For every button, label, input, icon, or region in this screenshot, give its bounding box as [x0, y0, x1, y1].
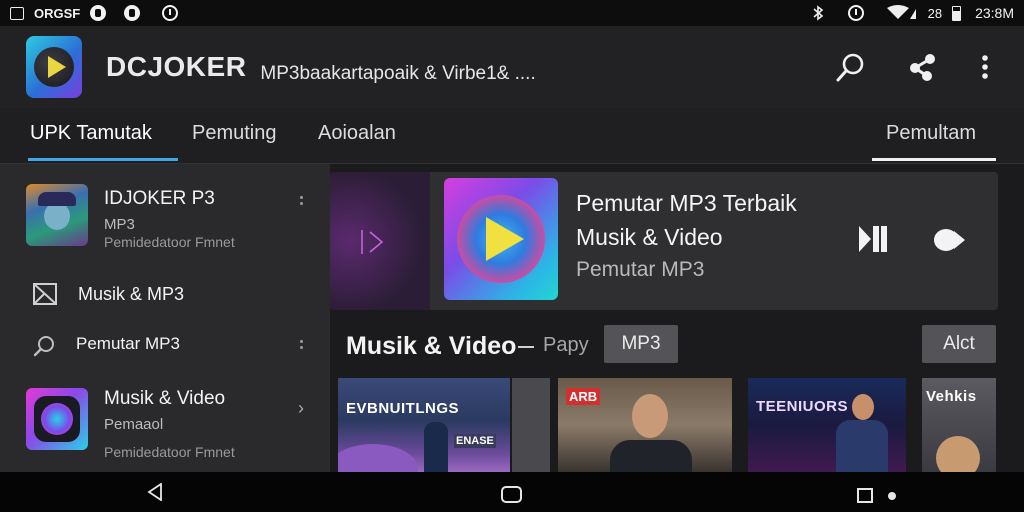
now-playing-card[interactable]: Pemutar MP3 Terbaik Musik & Video Pemuta…: [330, 172, 998, 310]
planet-shape: [338, 444, 418, 472]
kebab-icon[interactable]: [300, 196, 304, 210]
search-button[interactable]: [834, 50, 868, 84]
section-title: Musik & Video: [346, 332, 517, 360]
app-title: DCJOKER: [106, 51, 247, 82]
tab-pemuting[interactable]: Pemuting: [192, 122, 277, 145]
gallery-notification-icon: [10, 6, 24, 20]
now-playing-title-line1: Pemutar MP3 Terbaik: [576, 190, 797, 216]
filter-papy[interactable]: Papy: [543, 334, 589, 357]
alarm-icon: [847, 5, 864, 21]
sidebar-item-idjoker[interactable]: IDJOKER P3 MP3 Pemidedatoor Fmnet: [0, 164, 330, 250]
sidebar: IDJOKER P3 MP3 Pemidedatoor Fmnet Musik …: [0, 164, 330, 472]
person-head: [936, 436, 980, 472]
app-bar: DCJOKER MP3baakartapoaik & Virbe1& ....: [0, 26, 1024, 108]
tab-bar: UPK Tamutak Pemuting Aoioalan Pemultam: [0, 108, 1024, 164]
share-button[interactable]: [906, 50, 940, 84]
play-pause-button[interactable]: [857, 224, 889, 254]
sidebar-item-sub2: Pemidedatoor Fmnet: [104, 234, 235, 250]
video-thumbnail-1[interactable]: EVBNUITLNGS ENASE: [338, 378, 510, 472]
video-caption: Vehkis: [926, 388, 977, 405]
sidebar-item-title: Pemutar MP3: [76, 334, 180, 353]
tab-pemultam[interactable]: Pemultam: [886, 122, 976, 145]
status-time: 23:8M: [975, 5, 1014, 21]
video-thumbnail-spacer[interactable]: [512, 378, 550, 472]
search-icon: [836, 53, 864, 82]
tab-pemultam-indicator: [872, 158, 996, 161]
now-playing-subtitle: Pemutar MP3: [576, 258, 705, 281]
sidebar-item-sub2: Pemidedatoor Fmnet: [104, 444, 235, 460]
sidebar-item-sub: Pemaaol: [104, 416, 164, 433]
share-icon: [910, 54, 935, 81]
person-body: [836, 420, 888, 472]
status-carrier-text: ORGSF: [34, 5, 81, 21]
wifi-icon: [886, 5, 916, 19]
music-app-icon: [26, 388, 88, 450]
video-thumbnail-3[interactable]: TEENIUORS: [748, 378, 906, 472]
now-playing-title-line2: Musik & Video: [576, 224, 723, 250]
search-icon: [33, 336, 54, 357]
recents-icon[interactable]: [857, 488, 873, 503]
previous-play-icon: [361, 230, 384, 254]
video-thumbnail-2[interactable]: ARB: [558, 378, 732, 472]
notification-icon: [90, 5, 107, 21]
tab-tamutak[interactable]: UPK Tamutak: [30, 122, 152, 145]
app-logo-icon[interactable]: [26, 36, 82, 98]
album-art: [444, 178, 558, 300]
assistant-dot-icon[interactable]: [888, 492, 896, 500]
sidebar-item-pemutar-mp3[interactable]: Pemutar MP3: [0, 322, 330, 368]
sidebar-item-sub: MP3: [104, 216, 135, 233]
status-bar: ORGSF 28 23:8M: [0, 0, 1024, 26]
person-body: [610, 440, 692, 472]
system-navigation-bar: [0, 472, 1024, 512]
figure-shape: [424, 422, 448, 472]
person-head: [632, 394, 668, 438]
video-badge: ARB: [566, 388, 601, 405]
more-options-button[interactable]: [978, 50, 992, 84]
home-icon[interactable]: [501, 486, 522, 503]
video-thumbnail-4[interactable]: Vehkis: [922, 378, 996, 472]
kebab-icon[interactable]: [300, 340, 304, 354]
sidebar-item-title: Musik & MP3: [78, 284, 185, 304]
video-caption: TEENIUORS: [756, 398, 849, 415]
chip-mp3[interactable]: MP3: [604, 325, 678, 363]
tab-aoioalan[interactable]: Aoioalan: [318, 122, 396, 145]
section-divider: [518, 346, 534, 348]
notification-icon-2: [124, 5, 141, 21]
battery-text: 28: [927, 5, 943, 21]
sidebar-item-title: IDJOKER P3: [104, 188, 215, 209]
bluetooth-icon: [813, 5, 823, 21]
sidebar-item-musik-video[interactable]: Musik & Video Pemaaol Pemidedatoor Fmnet…: [0, 376, 330, 472]
tab-active-indicator: [28, 158, 178, 161]
chip-all[interactable]: Alct: [922, 325, 996, 363]
sidebar-item-title: Musik & Video: [104, 388, 226, 409]
video-sub-caption: ENASE: [454, 434, 496, 448]
previous-track-art: [330, 172, 430, 310]
media-icon: [33, 283, 57, 305]
app-subtitle: MP3baakartapoaik & Virbe1& ....: [260, 63, 536, 84]
more-vert-icon: [982, 55, 988, 79]
alert-icon: [162, 5, 179, 21]
joker-avatar: [26, 184, 88, 246]
person-head: [852, 394, 874, 420]
next-button[interactable]: [932, 227, 966, 253]
video-caption: EVBNUITLNGS: [346, 400, 460, 417]
battery-icon: [952, 5, 962, 21]
back-icon[interactable]: [147, 483, 163, 501]
sidebar-item-musik-mp3[interactable]: Musik & MP3: [0, 270, 330, 316]
chevron-right-icon[interactable]: ›: [298, 398, 304, 419]
now-playing-title: Pemutar MP3 Terbaik Musik & Video: [576, 186, 797, 254]
